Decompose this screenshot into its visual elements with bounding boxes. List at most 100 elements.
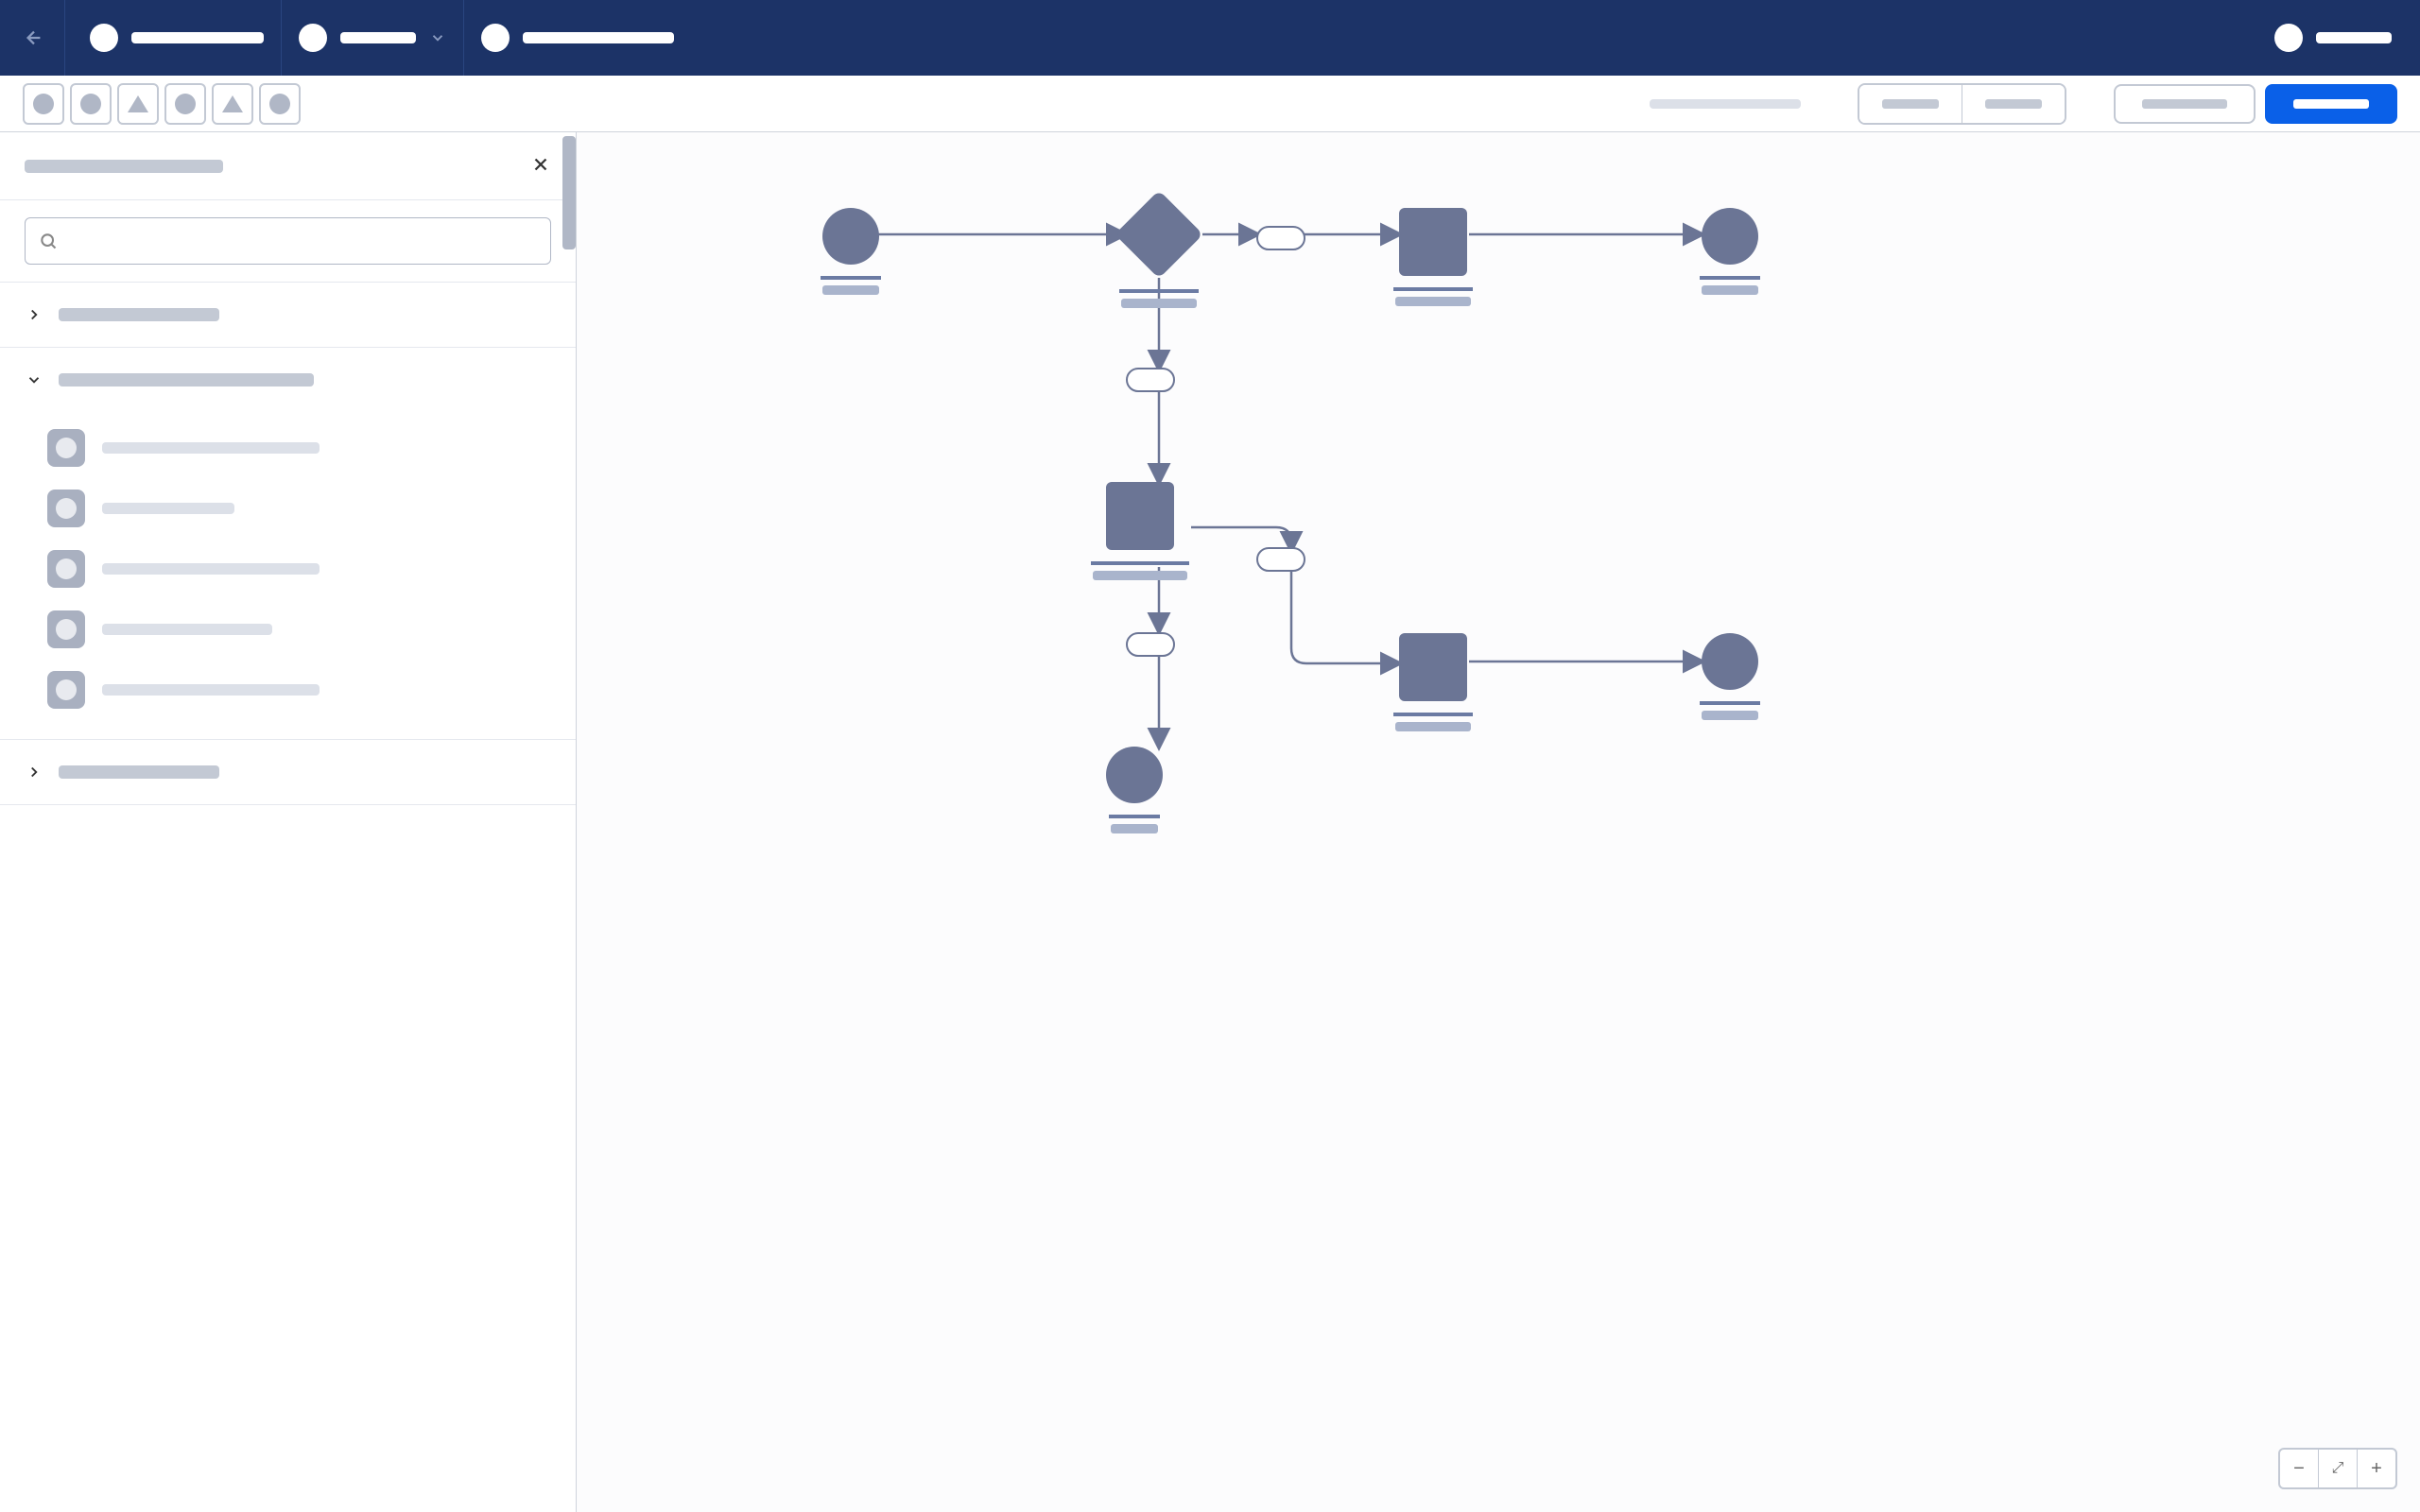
panel-title: [25, 160, 223, 173]
view-toggle-left[interactable]: [1859, 85, 1962, 123]
zoom-controls: − ⤢ +: [2278, 1448, 2397, 1489]
node-underline: [1393, 713, 1473, 716]
section-header[interactable]: [0, 283, 576, 347]
edge-taskB-msg3[interactable]: [1191, 527, 1291, 550]
node-taskA[interactable]: [1393, 208, 1473, 306]
close-icon: [530, 154, 551, 175]
palette-item-icon: [47, 490, 85, 527]
node-label: [1111, 824, 1158, 833]
nav-item-2[interactable]: [464, 0, 691, 76]
left-panel: [0, 132, 577, 1512]
section-label: [59, 765, 219, 779]
palette-item-label: [102, 442, 320, 454]
node-msg4[interactable]: [1127, 633, 1174, 656]
chevron-right-icon: [26, 306, 43, 323]
back-button[interactable]: [11, 0, 57, 76]
node-label: [1395, 297, 1471, 306]
secondary-button[interactable]: [2114, 84, 2256, 124]
zoom-fit-button[interactable]: ⤢: [2319, 1450, 2357, 1487]
node-start[interactable]: [821, 208, 881, 295]
node-msg1[interactable]: [1257, 227, 1305, 249]
palette-item-icon: [47, 550, 85, 588]
palette-tool-4[interactable]: [212, 83, 253, 125]
node-taskB[interactable]: [1091, 482, 1189, 580]
primary-button[interactable]: [2265, 84, 2397, 124]
section-0: [0, 283, 576, 348]
node-underline: [1700, 276, 1760, 280]
palette-item-label: [102, 563, 320, 575]
view-toggle-group: [1858, 83, 2066, 125]
nav-user[interactable]: [2257, 0, 2409, 76]
panel-header: [0, 132, 576, 200]
palette-item-label: [102, 684, 320, 696]
palette-group: [23, 83, 301, 125]
palette-item-1[interactable]: [0, 478, 576, 539]
section-header[interactable]: [0, 348, 576, 412]
nav-avatar-icon: [299, 24, 327, 52]
user-avatar-icon: [2274, 24, 2303, 52]
edge-msg3-taskC[interactable]: [1291, 571, 1399, 663]
palette-item-2[interactable]: [0, 539, 576, 599]
zoom-out-button[interactable]: −: [2280, 1450, 2318, 1487]
node-underline: [1091, 561, 1189, 565]
section-label: [59, 308, 219, 321]
search-icon: [39, 232, 58, 250]
nav-divider: [64, 0, 65, 76]
palette-item-label: [102, 503, 234, 514]
triangle-icon: [128, 95, 148, 112]
node-label: [1395, 722, 1471, 731]
chevron-down-icon: [26, 371, 43, 388]
palette-item-label: [102, 624, 272, 635]
node-msg3[interactable]: [1257, 548, 1305, 571]
diagram-canvas[interactable]: − ⤢ +: [577, 132, 2420, 1512]
zoom-in-button[interactable]: +: [2358, 1450, 2395, 1487]
arrow-left-icon: [24, 27, 44, 48]
node-label: [1093, 571, 1187, 580]
nav-user-label: [2316, 32, 2392, 43]
palette-tool-2[interactable]: [117, 83, 159, 125]
section-1: [0, 348, 576, 740]
nav-item-1[interactable]: [282, 0, 463, 76]
nav-text: [523, 32, 674, 43]
toolbar: [0, 76, 2420, 132]
circle-icon: [175, 94, 196, 114]
palette-tool-0[interactable]: [23, 83, 64, 125]
palette-item-4[interactable]: [0, 660, 576, 720]
node-msg2[interactable]: [1127, 369, 1174, 391]
nav-text: [340, 32, 416, 43]
palette-item-0[interactable]: [0, 418, 576, 478]
node-endB[interactable]: [1700, 633, 1760, 720]
search-box[interactable]: [25, 217, 551, 265]
nav-text: [131, 32, 264, 43]
node-gateway[interactable]: [1115, 190, 1203, 308]
node-endC[interactable]: [1106, 747, 1163, 833]
chevron-down-icon: [429, 29, 446, 46]
section-label: [59, 373, 314, 387]
node-taskC[interactable]: [1393, 633, 1473, 731]
node-underline: [1119, 289, 1199, 293]
palette-tool-3[interactable]: [164, 83, 206, 125]
circle-icon: [80, 94, 101, 114]
circle-icon: [33, 94, 54, 114]
panel-close-button[interactable]: [530, 154, 551, 179]
node-label: [1702, 711, 1758, 720]
section-header[interactable]: [0, 740, 576, 804]
node-underline: [1109, 815, 1160, 818]
node-label: [1702, 285, 1758, 295]
palette-tool-5[interactable]: [259, 83, 301, 125]
chevron-right-icon: [26, 764, 43, 781]
node-label: [822, 285, 879, 295]
node-endA[interactable]: [1700, 208, 1760, 295]
panel-scrollbar[interactable]: [562, 136, 576, 249]
nav-item-0[interactable]: [73, 0, 281, 76]
toolbar-status: [1650, 99, 1801, 109]
node-underline: [821, 276, 881, 280]
nav-avatar-icon: [481, 24, 510, 52]
palette-item-3[interactable]: [0, 599, 576, 660]
top-nav: [0, 0, 2420, 76]
view-toggle-right[interactable]: [1962, 85, 2065, 123]
search-input[interactable]: [67, 233, 537, 249]
nav-avatar-icon: [90, 24, 118, 52]
triangle-icon: [222, 95, 243, 112]
palette-tool-1[interactable]: [70, 83, 112, 125]
